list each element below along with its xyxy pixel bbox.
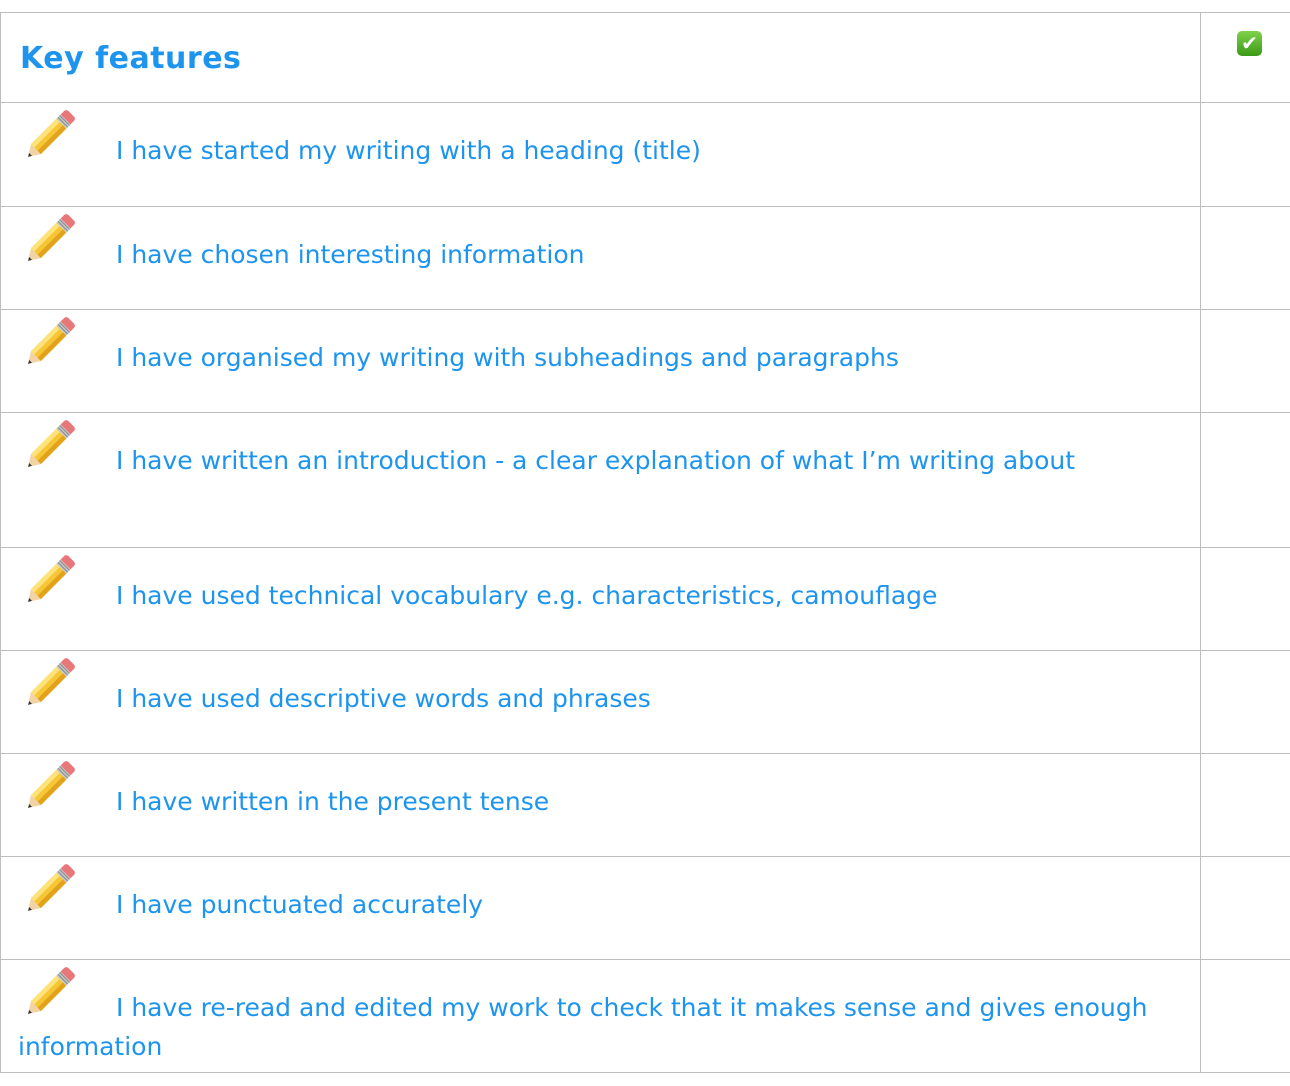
item-cell: I have re-read and edited my work to che…: [0, 959, 1201, 1073]
item-cell: I have chosen interesting information: [0, 206, 1201, 310]
checklist-table: Key features ✔ I have started my writing…: [0, 12, 1290, 1073]
pencil-icon: [18, 207, 82, 271]
item-text: I have punctuated accurately: [116, 890, 484, 919]
list-item: I have written an introduction - a clear…: [1, 413, 1200, 512]
item-text: I have used descriptive words and phrase…: [116, 684, 651, 713]
table-row: I have written an introduction - a clear…: [0, 412, 1290, 548]
table-row: I have written in the present tense: [0, 753, 1290, 857]
list-item: I have re-read and edited my work to che…: [1, 960, 1200, 1066]
item-cell: I have started my writing with a heading…: [0, 102, 1201, 207]
tick-cell[interactable]: [1200, 206, 1290, 310]
pencil-icon: [18, 103, 82, 167]
table-row: I have started my writing with a heading…: [0, 102, 1290, 207]
item-cell: I have written an introduction - a clear…: [0, 412, 1201, 548]
tick-cell[interactable]: [1200, 309, 1290, 413]
list-item: I have organised my writing with subhead…: [1, 310, 1200, 409]
item-cell: I have used technical vocabulary e.g. ch…: [0, 547, 1201, 651]
table-row: I have chosen interesting information: [0, 206, 1290, 310]
list-item: I have punctuated accurately: [1, 857, 1200, 956]
item-cell: I have punctuated accurately: [0, 856, 1201, 960]
pencil-icon: [18, 548, 82, 612]
item-text: I have re-read and edited my work to che…: [18, 993, 1148, 1061]
tick-cell[interactable]: [1200, 856, 1290, 960]
pencil-icon: [18, 413, 82, 477]
item-cell: I have written in the present tense: [0, 753, 1201, 857]
check-box-icon: ✔: [1237, 31, 1262, 56]
table-row: I have used descriptive words and phrase…: [0, 650, 1290, 754]
table-row: I have used technical vocabulary e.g. ch…: [0, 547, 1290, 651]
item-text: I have written an introduction - a clear…: [116, 446, 1076, 475]
header-cell: Key features: [0, 12, 1201, 103]
tick-cell[interactable]: [1200, 547, 1290, 651]
pencil-icon: [18, 754, 82, 818]
item-text: I have chosen interesting information: [116, 240, 585, 269]
list-item: I have started my writing with a heading…: [1, 103, 1200, 202]
item-cell: I have organised my writing with subhead…: [0, 309, 1201, 413]
header-row: Key features ✔: [0, 12, 1290, 103]
item-text: I have started my writing with a heading…: [116, 136, 701, 165]
list-item: I have used descriptive words and phrase…: [1, 651, 1200, 750]
item-text: I have organised my writing with subhead…: [116, 343, 899, 372]
table-heading: Key features: [20, 41, 242, 76]
tick-cell[interactable]: [1200, 102, 1290, 207]
tick-cell[interactable]: [1200, 412, 1290, 548]
pencil-icon: [18, 651, 82, 715]
item-text: I have used technical vocabulary e.g. ch…: [116, 581, 938, 610]
tick-cell[interactable]: [1200, 650, 1290, 754]
pencil-icon: [18, 310, 82, 374]
tick-header-cell: ✔: [1200, 12, 1290, 103]
pencil-icon: [18, 857, 82, 921]
pencil-icon: [18, 960, 82, 1024]
table-row: I have punctuated accurately: [0, 856, 1290, 960]
list-item: I have used technical vocabulary e.g. ch…: [1, 548, 1200, 647]
tick-cell[interactable]: [1200, 753, 1290, 857]
table-row: I have organised my writing with subhead…: [0, 309, 1290, 413]
list-item: I have written in the present tense: [1, 754, 1200, 853]
table-row: I have re-read and edited my work to che…: [0, 959, 1290, 1073]
item-cell: I have used descriptive words and phrase…: [0, 650, 1201, 754]
tick-cell[interactable]: [1200, 959, 1290, 1073]
item-text: I have written in the present tense: [116, 787, 550, 816]
list-item: I have chosen interesting information: [1, 207, 1200, 306]
